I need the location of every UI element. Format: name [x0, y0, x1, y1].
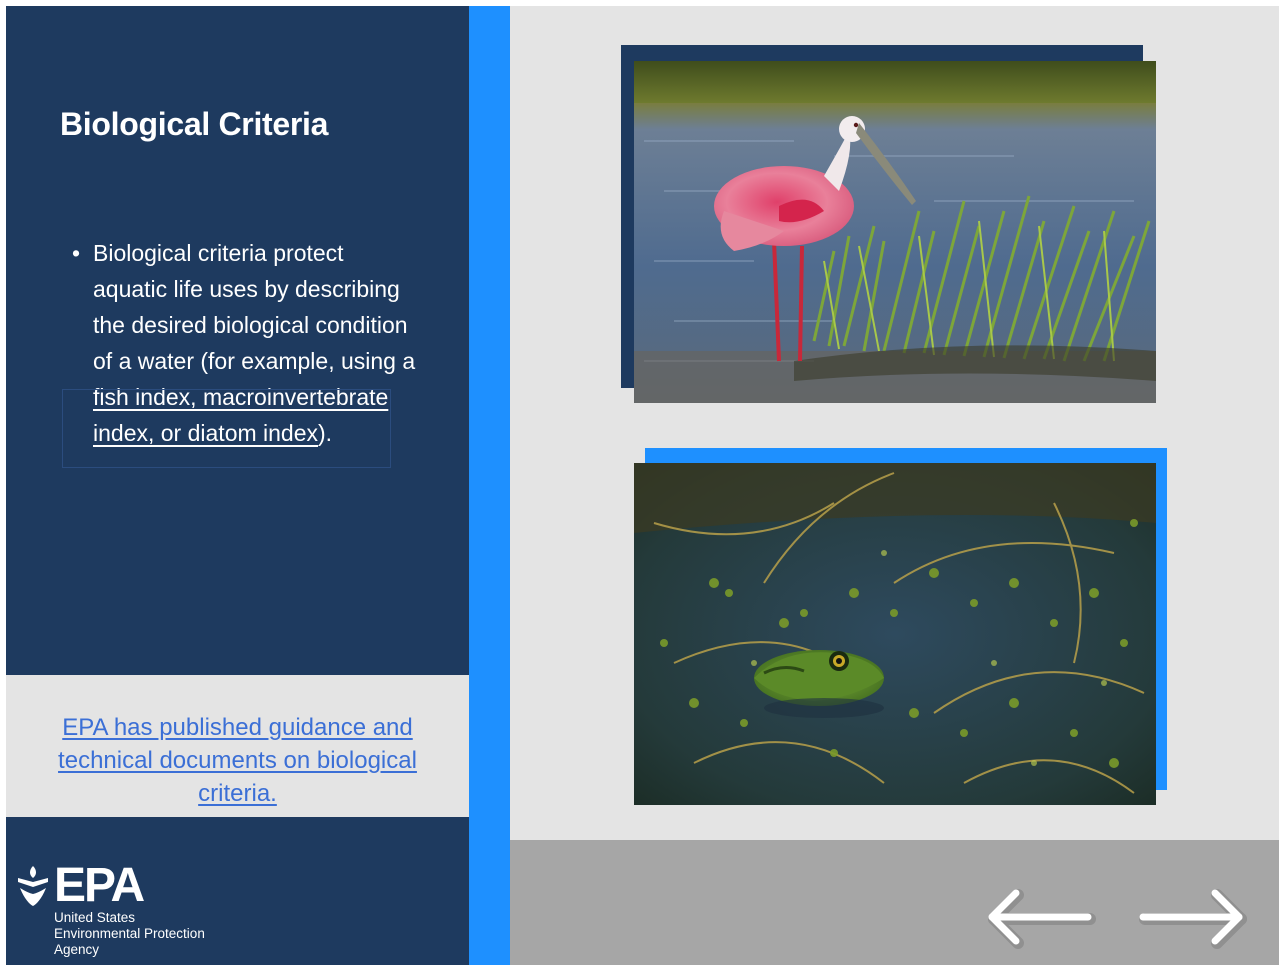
epa-wordmark: EPA	[54, 859, 145, 912]
arrow-right-icon	[1139, 889, 1247, 949]
next-button[interactable]	[1137, 882, 1255, 952]
link-focus-outline	[62, 389, 391, 468]
spoonbill-photo	[634, 61, 1156, 403]
arrow-left-icon	[988, 889, 1096, 949]
epa-flower-icon	[18, 866, 48, 906]
bullet-body-text: Biological criteria protect aquatic life…	[93, 240, 416, 374]
agency-name: United States Environmental Protection A…	[54, 910, 205, 957]
resource-link-band: EPA has published guidance and technical…	[6, 675, 469, 817]
spoonbill-image	[634, 61, 1156, 403]
frog-image	[634, 463, 1156, 805]
accent-stripe	[469, 6, 510, 965]
slide-title: Biological Criteria	[60, 106, 329, 142]
previous-button[interactable]	[980, 882, 1098, 952]
content-panel: Biological Criteria • Biological criteri…	[6, 6, 469, 965]
navigation-bar	[510, 840, 1279, 965]
bullet-point-icon: •	[72, 240, 81, 266]
frog-photo	[634, 463, 1156, 805]
epa-logo: EPA United States Environmental Protecti…	[16, 859, 226, 964]
slide-page: Biological Criteria • Biological criteri…	[0, 0, 1279, 965]
biocriteria-guidance-link[interactable]: EPA has published guidance and technical…	[16, 711, 459, 810]
slide-frame: Biological Criteria • Biological criteri…	[6, 6, 1279, 965]
